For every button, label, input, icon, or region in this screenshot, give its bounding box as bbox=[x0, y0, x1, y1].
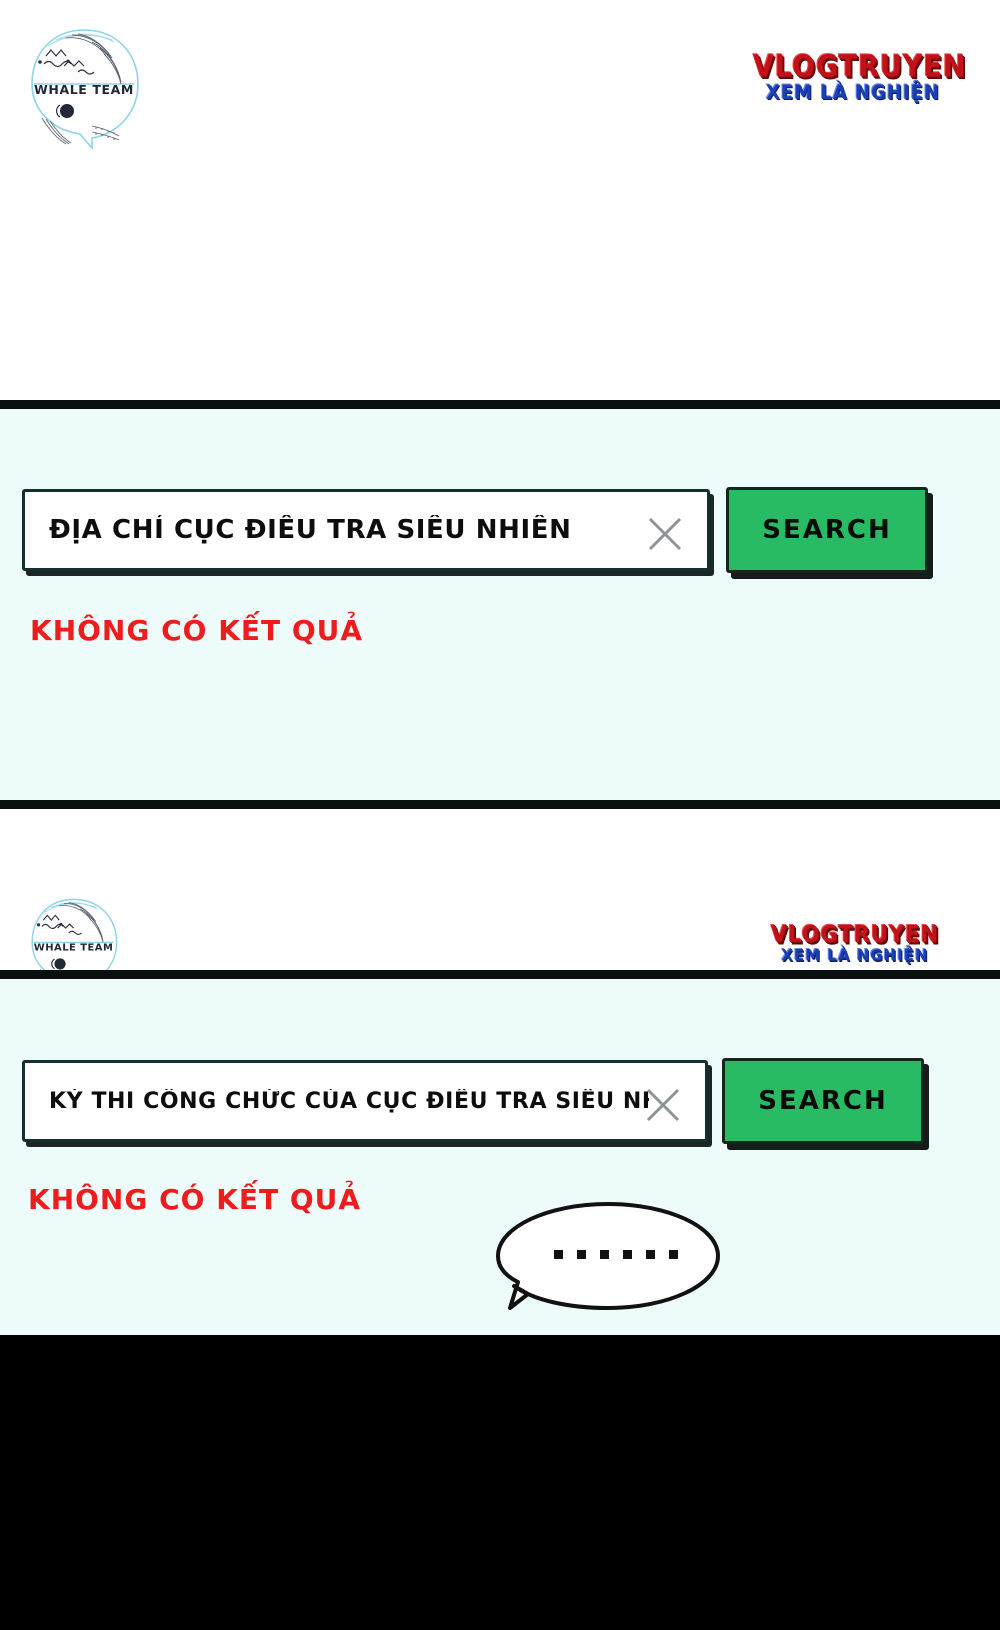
search-input-value: ĐỊA CHỈ CỤC ĐIỀU TRA SIÊU NHIÊN bbox=[49, 515, 572, 545]
no-result-message-1: KHÔNG CÓ KẾT QUẢ bbox=[30, 614, 364, 647]
no-result-message-2: KHÔNG CÓ KẾT QUẢ bbox=[28, 1183, 362, 1216]
vlogtruyen-watermark-2: VLOGTRUYEN XEM LÀ NGHIỆN bbox=[755, 920, 955, 965]
search-bar-2: KỲ THI CÔNG CHỨC CỦA CỤC ĐIỀU TRA SIÊU N… bbox=[22, 1058, 924, 1144]
vlogtruyen-tagline-2: XEM LÀ NGHIỆN bbox=[781, 945, 929, 965]
search-button-label: SEARCH bbox=[762, 515, 892, 545]
close-x-icon-2[interactable] bbox=[643, 1085, 683, 1130]
bubble-ellipsis bbox=[554, 1250, 678, 1259]
vlogtruyen-tagline: XEM LÀ NGHIỆN bbox=[766, 81, 940, 105]
bubble-dot bbox=[623, 1250, 632, 1259]
search-input-2[interactable]: KỲ THI CÔNG CHỨC CỦA CỤC ĐIỀU TRA SIÊU N… bbox=[22, 1060, 708, 1142]
vlogtruyen-title: VLOGTRUYEN bbox=[753, 49, 967, 85]
vlogtruyen-watermark: VLOGTRUYEN XEM LÀ NGHIỆN bbox=[753, 49, 967, 105]
search-button-2[interactable]: SEARCH bbox=[722, 1058, 924, 1144]
search-button-label-2: SEARCH bbox=[758, 1086, 888, 1116]
search-input-value-2: KỲ THI CÔNG CHỨC CỦA CỤC ĐIỀU TRA SIÊU N… bbox=[49, 1088, 649, 1114]
search-button[interactable]: SEARCH bbox=[726, 487, 928, 573]
panel-footer-black bbox=[0, 1335, 1000, 1630]
vlogtruyen-title-2: VLOGTRUYEN bbox=[770, 920, 940, 948]
bubble-dot bbox=[554, 1250, 563, 1259]
panel-divider-bottom bbox=[0, 970, 1000, 979]
search-input[interactable]: ĐỊA CHỈ CỤC ĐIỀU TRA SIÊU NHIÊN bbox=[22, 489, 710, 571]
bubble-dot bbox=[646, 1250, 655, 1259]
panel-1 bbox=[0, 409, 1000, 800]
search-bar-1: ĐỊA CHỈ CỤC ĐIỀU TRA SIÊU NHIÊN SEARCH bbox=[22, 487, 928, 573]
close-x-icon[interactable] bbox=[645, 514, 685, 559]
bubble-dot bbox=[600, 1250, 609, 1259]
bubble-dot bbox=[669, 1250, 678, 1259]
panel-divider-mid bbox=[0, 800, 1000, 809]
bubble-dot bbox=[577, 1250, 586, 1259]
comic-page: WHALE TEAM VLOGTRUYEN XEM LÀ NGHIỆN ĐỊA … bbox=[0, 0, 1000, 1630]
panel-divider-top bbox=[0, 400, 1000, 409]
speech-bubble bbox=[492, 1198, 724, 1320]
